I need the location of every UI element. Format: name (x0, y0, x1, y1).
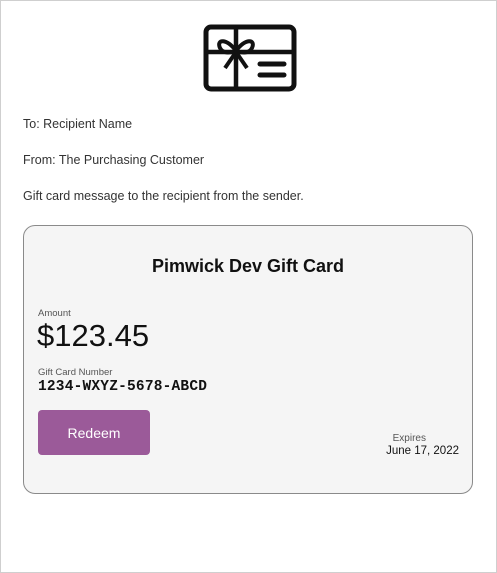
expires-date: June 17, 2022 (386, 445, 459, 457)
gift-card-icon (203, 24, 297, 92)
gift-card: Pimwick Dev Gift Card Amount $123.45 Gif… (23, 225, 473, 494)
sender-line: From: The Purchasing Customer (23, 153, 205, 167)
recipient-line: To: Recipient Name (23, 117, 133, 131)
amount-value: $123.45 (37, 318, 150, 353)
gift-card-email: To: Recipient Name From: The Purchasing … (0, 0, 497, 573)
card-title: Pimwick Dev Gift Card (151, 256, 345, 276)
redeem-button[interactable]: Redeem (38, 410, 150, 455)
expires-label: Expires (392, 433, 426, 444)
card-number-label: Gift Card Number (38, 367, 113, 378)
card-number-value: 1234-WXYZ-5678-ABCD (38, 379, 208, 395)
gift-message: Gift card message to the recipient from … (23, 189, 304, 203)
